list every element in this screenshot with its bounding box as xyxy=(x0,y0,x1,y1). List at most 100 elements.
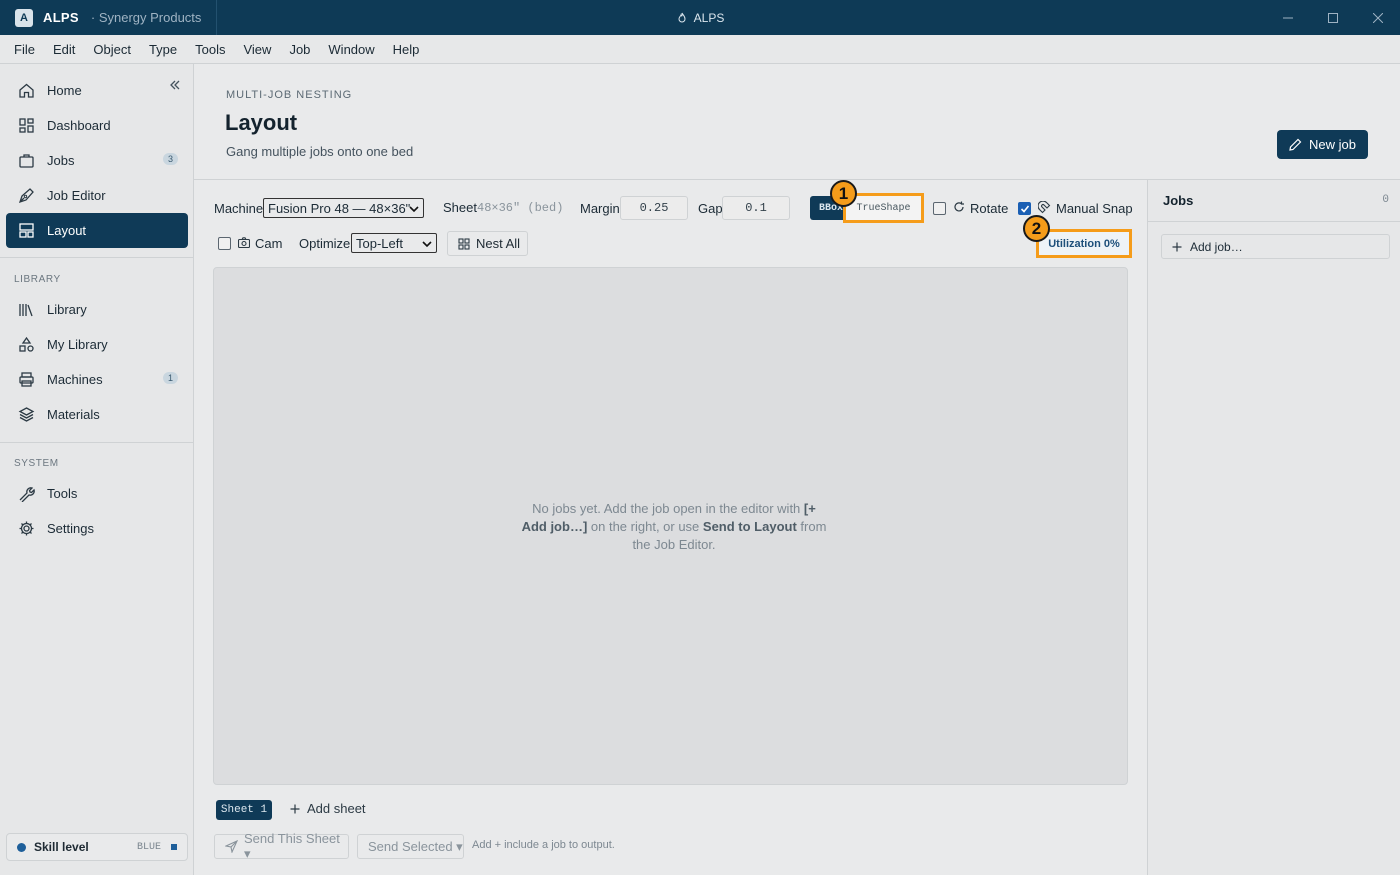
org-name: · Synergy Products xyxy=(90,10,202,25)
gap-label: Gap xyxy=(698,201,723,216)
sidebar-item-job-editor[interactable]: Job Editor xyxy=(6,178,188,213)
sidebar-item-library[interactable]: Library xyxy=(6,292,188,327)
sidebar-item-machines[interactable]: Machines 1 xyxy=(6,362,188,397)
jobs-panel-header: Jobs 0 xyxy=(1148,180,1400,222)
utilization-readout: Utilization 0% xyxy=(1036,229,1132,258)
trueshape-mode-button[interactable]: TrueShape xyxy=(843,193,924,223)
pencil-icon xyxy=(1289,138,1302,151)
title-bar: A ALPS · Synergy Products ALPS xyxy=(0,0,1400,35)
machine-select[interactable]: Fusion Pro 48 — 48×36" xyxy=(263,198,424,218)
menu-edit[interactable]: Edit xyxy=(44,42,84,57)
page-header: MULTI-JOB NESTING Layout Gang multiple j… xyxy=(194,64,1400,180)
empty-text-c: on the right, or use xyxy=(587,519,703,534)
sidebar-item-label: Jobs xyxy=(47,153,75,168)
send-this-sheet-button[interactable]: Send This Sheet ▾ xyxy=(214,831,349,861)
sidebar-item-label: Home xyxy=(47,83,82,98)
rotate-checkbox[interactable] xyxy=(933,202,946,215)
sidebar-item-label: Settings xyxy=(47,521,94,536)
sheet-tab[interactable]: Sheet 1 xyxy=(216,800,272,820)
sidebar-item-jobs[interactable]: Jobs 3 xyxy=(6,143,188,178)
maximize-button[interactable] xyxy=(1311,0,1355,35)
machine-label: Machine xyxy=(214,201,264,216)
printer-icon xyxy=(17,371,35,389)
add-sheet-label: Add sheet xyxy=(307,801,366,816)
layers-icon xyxy=(17,406,35,424)
dashboard-icon xyxy=(17,117,35,135)
send-selected-button[interactable]: Send Selected ▾ xyxy=(357,834,464,859)
menu-bar: File Edit Object Type Tools View Job Win… xyxy=(0,35,1400,64)
menu-tools[interactable]: Tools xyxy=(186,42,234,57)
layout-canvas[interactable]: No jobs yet. Add the job open in the edi… xyxy=(213,267,1128,785)
gear-icon xyxy=(17,520,35,538)
sidebar-divider xyxy=(0,442,193,443)
nest-all-button[interactable]: Nest All xyxy=(447,231,528,256)
skill-dot xyxy=(17,842,26,852)
sidebar-item-label: Tools xyxy=(47,486,78,501)
sidebar-item-label: Dashboard xyxy=(47,118,111,133)
annotation-badge-1: 1 xyxy=(830,180,857,207)
machines-count-badge: 1 xyxy=(162,372,178,384)
sidebar-item-materials[interactable]: Materials xyxy=(6,397,188,432)
jobs-panel-count: 0 xyxy=(1382,194,1389,206)
system-section-label: SYSTEM xyxy=(14,458,59,469)
cam-label: Cam xyxy=(255,236,283,251)
annotation-badge-2: 2 xyxy=(1023,215,1050,242)
magnet-icon xyxy=(1038,201,1051,214)
sidebar-item-dashboard[interactable]: Dashboard xyxy=(6,108,188,143)
add-job-button[interactable]: Add job… xyxy=(1161,234,1390,259)
sidebar-item-tools[interactable]: Tools xyxy=(6,476,188,511)
camera-icon xyxy=(238,237,250,248)
sidebar-item-label: Job Editor xyxy=(47,188,106,203)
optimize-select-value: Top-Left xyxy=(356,235,403,251)
home-icon xyxy=(17,82,35,100)
close-button[interactable] xyxy=(1356,0,1400,35)
sheet-label: Sheet xyxy=(443,200,477,215)
plus-icon xyxy=(1172,242,1182,252)
menu-object[interactable]: Object xyxy=(84,42,140,57)
chevron-down-icon xyxy=(422,239,432,249)
optimize-select[interactable]: Top-Left xyxy=(351,233,437,253)
menu-job[interactable]: Job xyxy=(280,42,319,57)
window-title-text: ALPS xyxy=(693,10,725,25)
rotate-label: Rotate xyxy=(970,201,1009,216)
rotate-icon xyxy=(953,201,965,213)
page-title: Layout xyxy=(225,110,298,135)
skill-level-indicator[interactable]: Skill level BLUE xyxy=(6,833,188,861)
sidebar-item-layout[interactable]: Layout xyxy=(6,213,188,248)
new-job-button[interactable]: New job xyxy=(1277,130,1368,159)
skill-label: Skill level xyxy=(34,840,89,854)
sidebar: Home Dashboard Jobs 3 Job Editor Layout … xyxy=(0,64,194,875)
menu-help[interactable]: Help xyxy=(384,42,429,57)
pen-icon xyxy=(17,187,35,205)
nest-all-label: Nest All xyxy=(476,236,521,251)
send-selected-label: Send Selected ▾ xyxy=(368,838,463,854)
send-icon xyxy=(225,840,238,853)
add-job-label: Add job… xyxy=(1190,239,1243,254)
sidebar-item-settings[interactable]: Settings xyxy=(6,511,188,546)
sidebar-divider xyxy=(0,257,193,258)
sheet-size-value: 48×36" (bed) xyxy=(477,201,564,215)
skill-level-value: BLUE xyxy=(136,841,161,853)
sidebar-item-my-library[interactable]: My Library xyxy=(6,327,188,362)
new-job-label: New job xyxy=(1309,137,1356,152)
sidebar-item-home[interactable]: Home xyxy=(6,73,188,108)
output-hint: Add + include a job to output. xyxy=(472,839,615,851)
manual-snap-label: Manual Snap xyxy=(1056,201,1133,216)
cam-checkbox[interactable] xyxy=(218,237,231,250)
app-name: ALPS xyxy=(43,10,79,25)
page-eyebrow: MULTI-JOB NESTING xyxy=(226,89,353,101)
add-sheet-button[interactable]: Add sheet xyxy=(290,801,366,816)
margin-input[interactable]: 0.25 xyxy=(620,196,688,220)
empty-state-message: No jobs yet. Add the job open in the edi… xyxy=(519,500,829,554)
menu-view[interactable]: View xyxy=(234,42,280,57)
jobs-panel: Jobs 0 Add job… xyxy=(1147,180,1400,875)
menu-file[interactable]: File xyxy=(5,42,44,57)
minimize-button[interactable] xyxy=(1266,0,1310,35)
grid-icon xyxy=(458,237,470,250)
manual-snap-checkbox[interactable] xyxy=(1018,202,1031,215)
sidebar-item-label: Layout xyxy=(47,223,87,238)
menu-window[interactable]: Window xyxy=(319,42,383,57)
menu-type[interactable]: Type xyxy=(140,42,186,57)
flame-icon xyxy=(676,12,688,24)
gap-input[interactable]: 0.1 xyxy=(722,196,790,220)
